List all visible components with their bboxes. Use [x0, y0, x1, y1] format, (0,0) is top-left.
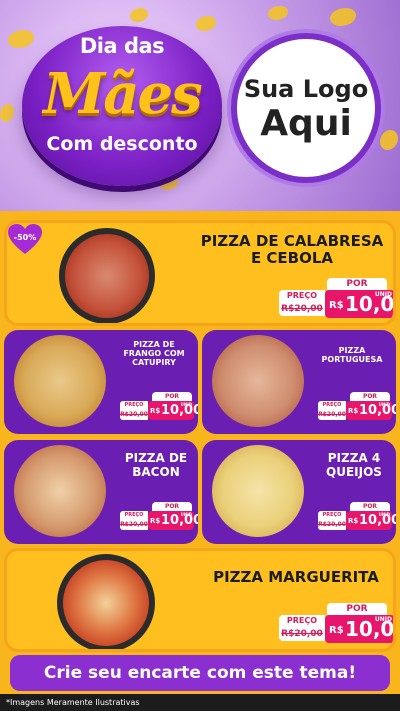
product-name-line2: QUEIJOS — [326, 464, 382, 479]
old-price: R$20,00 — [120, 520, 148, 530]
product-card-portuguesa[interactable]: PIZZA PORTUGUESA POR PREÇO R$20,00 R$ 10… — [202, 330, 396, 434]
unid-label: UNID — [378, 512, 390, 517]
currency: R$ — [150, 407, 161, 415]
product-name-line1: PIZZA MARGUERITA — [213, 568, 379, 586]
new-price: 10,00 — [161, 403, 198, 418]
product-name-line1: PIZZA — [338, 346, 366, 355]
product-name-line3: CATUPIRY — [132, 358, 176, 368]
por-label: POR — [152, 502, 192, 511]
new-price-box: R$ 10,00 UNID — [325, 290, 393, 318]
unid-label: UNID — [180, 402, 192, 407]
product-card-frango[interactable]: PIZZA DE FRANGO COM CATUPIRY POR PREÇO R… — [4, 330, 198, 434]
preco-label: PREÇO — [120, 401, 148, 410]
logo-placeholder: Sua Logo Aqui — [231, 33, 381, 183]
por-label: POR — [327, 603, 387, 615]
preco-label: PREÇO — [318, 401, 346, 410]
discount-tag: -50% — [13, 233, 37, 242]
product-card-bacon[interactable]: PIZZA DE BACON POR PREÇO R$20,00 R$ 10,0… — [4, 440, 198, 544]
product-name-line1: PIZZA DE — [133, 340, 175, 349]
new-price-box: R$ 10,00 UNID — [148, 511, 198, 530]
mothers-day-badge: Dia das Mães Com desconto — [22, 26, 222, 186]
pizza-calabresa-image — [65, 234, 149, 318]
old-price: R$20,00 — [318, 520, 346, 530]
product-name-line1: PIZZA DE CALABRESA — [200, 232, 384, 250]
unid-label: UNID — [374, 616, 392, 623]
badge-line1: Dia das — [79, 34, 165, 58]
product-card-calabresa[interactable]: PIZZA DE CALABRESA E CEBOLA POR PREÇO R$… — [4, 220, 396, 326]
cta-banner[interactable]: Crie seu encarte com este tema! — [10, 655, 390, 691]
currency: R$ — [329, 625, 344, 636]
product-name-line2: PORTUGUESA — [321, 355, 383, 365]
preco-label: PREÇO — [279, 290, 325, 302]
new-price: 10,00 — [359, 513, 396, 528]
petal-decoration — [130, 8, 148, 22]
pizza-marguerita-image — [63, 560, 149, 646]
hero-header: Dia das Mães Com desconto Sua Logo Aqui — [0, 0, 400, 215]
pizza-bacon-image — [14, 445, 106, 537]
old-price: R$20,00 — [120, 410, 148, 420]
preco-label: PREÇO — [120, 511, 148, 520]
product-card-4-queijos[interactable]: PIZZA 4 QUEIJOS POR PREÇO R$20,00 R$ 10,… — [202, 440, 396, 544]
preco-label: PREÇO — [318, 511, 346, 520]
petal-decoration — [0, 104, 14, 122]
product-name-line1: PIZZA DE — [124, 451, 188, 465]
new-price-box: R$ 10,00 UNID — [148, 401, 198, 420]
new-price: 10,00 — [359, 403, 396, 418]
currency: R$ — [348, 517, 359, 525]
old-price: R$20,00 — [279, 302, 325, 316]
petal-decoration — [330, 8, 356, 26]
petal-decoration — [268, 6, 288, 20]
logo-text-line1: Sua Logo — [243, 75, 369, 103]
old-price: R$20,00 — [279, 627, 325, 641]
petal-decoration — [196, 16, 216, 31]
product-name-line2: E CEBOLA — [250, 249, 334, 268]
product-name-line1: PIZZA 4 — [327, 451, 381, 465]
new-price-box: R$ 10,00 UNID — [346, 401, 396, 420]
product-name-line2: FRANGO COM — [123, 349, 185, 359]
por-label: POR — [327, 278, 387, 290]
disclaimer-footer: *Imagens Meramente Ilustrativas — [0, 694, 400, 711]
pizza-portuguesa-image — [212, 335, 304, 427]
por-label: POR — [350, 392, 390, 401]
pizza-4-queijos-image — [212, 445, 304, 537]
logo-text-line2: Aqui — [260, 103, 352, 144]
new-price-box: R$ 10,00 UNID — [346, 511, 396, 530]
petal-decoration — [380, 130, 398, 150]
por-label: POR — [152, 392, 192, 401]
badge-line3: Com desconto — [46, 133, 198, 155]
por-label: POR — [350, 502, 390, 511]
new-price: 10,00 — [161, 513, 198, 528]
currency: R$ — [329, 300, 344, 311]
currency: R$ — [150, 517, 161, 525]
currency: R$ — [348, 407, 359, 415]
badge-line2: Mães — [43, 61, 202, 127]
product-name-line2: BACON — [132, 464, 180, 479]
unid-label: UNID — [378, 402, 390, 407]
new-price-box: R$ 10,00 UNID — [325, 615, 393, 643]
unid-label: UNID — [180, 512, 192, 517]
old-price: R$20,00 — [318, 410, 346, 420]
product-card-marguerita[interactable]: PIZZA MARGUERITA POR PREÇO R$20,00 R$ 10… — [4, 548, 396, 652]
preco-label: PREÇO — [279, 615, 325, 627]
pizza-frango-image — [14, 335, 106, 427]
unid-label: UNID — [374, 291, 392, 298]
